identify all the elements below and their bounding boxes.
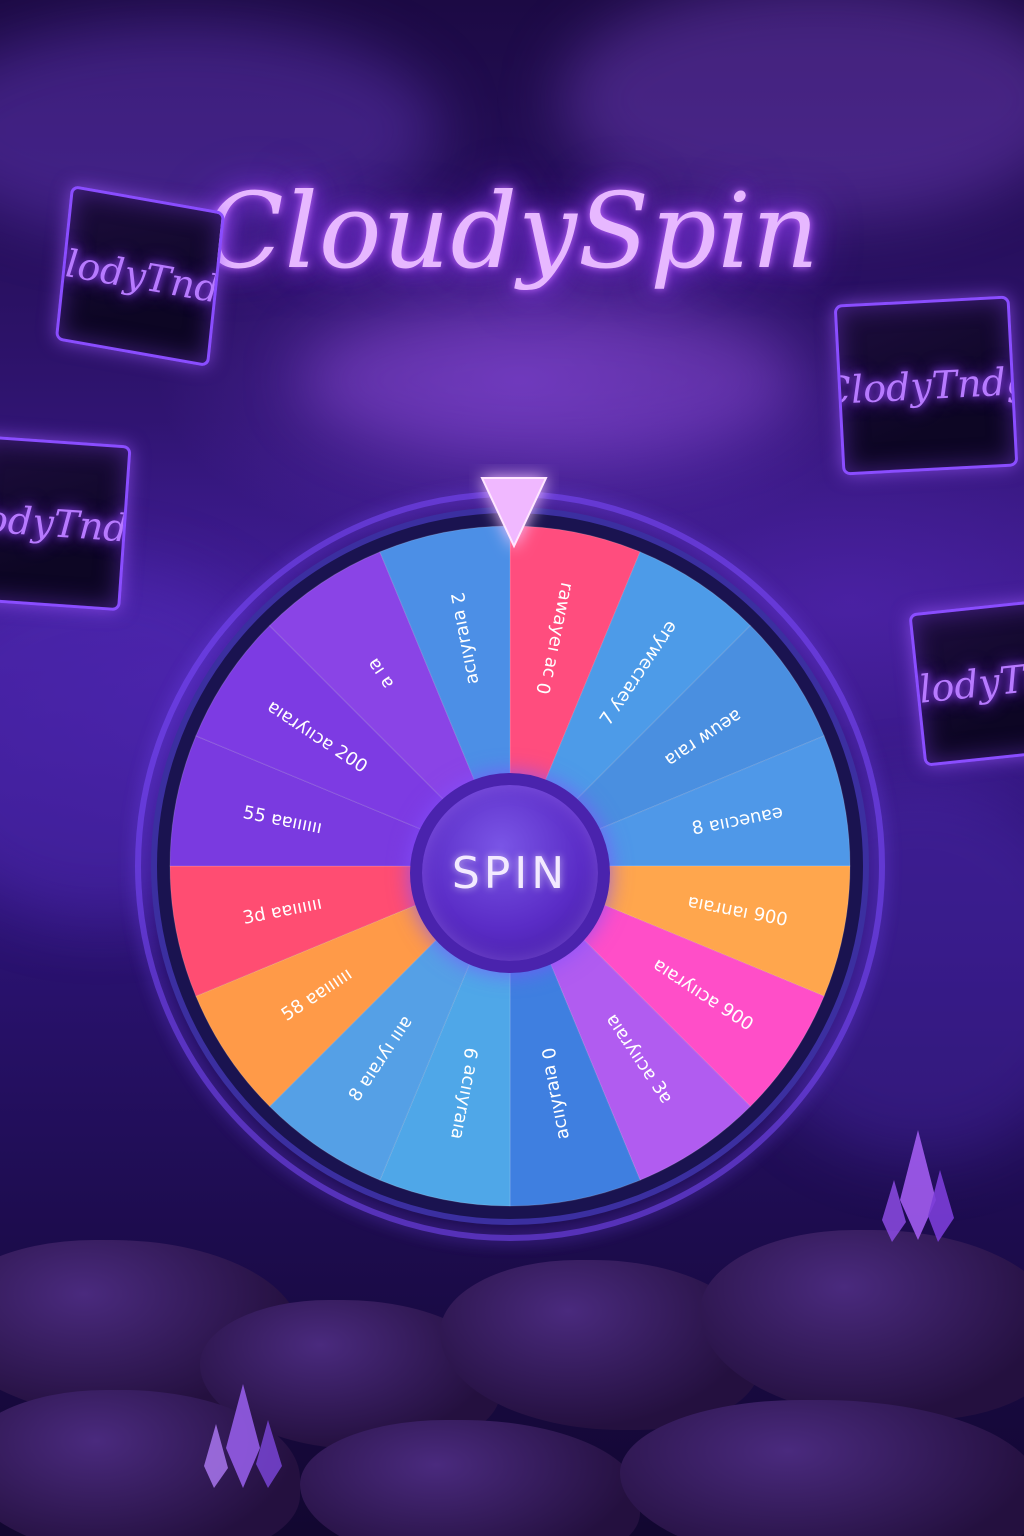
prize-wheel[interactable]: 0 ɔɐ ıǝʎɐʍɐɹ 7 ʎǝɐɹɔǝʍʎɹǝɐıɐɹ ʍnǝɐ8 ɐııɔǝ… bbox=[0, 0, 1024, 1536]
spin-button-label: SPIN bbox=[451, 847, 569, 899]
game-scene: CloudySpin ClodyTndg ClodyTndg ClodyTndg… bbox=[0, 0, 1024, 1536]
spin-button[interactable]: SPIN bbox=[410, 773, 610, 973]
